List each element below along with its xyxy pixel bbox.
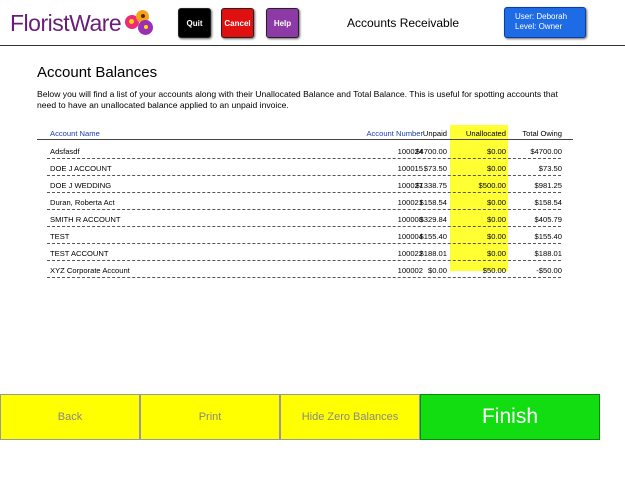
- hide-zero-balances-button[interactable]: Hide Zero Balances: [280, 394, 420, 440]
- header-divider: [0, 45, 625, 46]
- user-name: User: Deborah: [515, 12, 568, 21]
- row-total: $405.79: [534, 215, 562, 224]
- row-unpaid: $0.00: [427, 266, 447, 275]
- col-header-number[interactable]: Account Number: [366, 129, 423, 138]
- florist-ware-logo: FloristWare: [10, 8, 157, 38]
- row-account-name: Duran, Roberta Act: [50, 198, 115, 207]
- row-unallocated: $0.00: [486, 164, 506, 173]
- table-row[interactable]: Duran, Roberta Act 100021 $158.54 $0.00 …: [37, 194, 573, 210]
- page-description: Below you will find a list of your accou…: [37, 89, 558, 110]
- row-total: $188.01: [534, 249, 562, 258]
- row-account-name: DOE J WEDDING: [50, 181, 112, 190]
- row-unpaid: $188.01: [419, 249, 447, 258]
- row-account-name: XYZ Corporate Account: [50, 266, 130, 275]
- col-header-unallocated[interactable]: Unallocated: [466, 129, 506, 138]
- table-row[interactable]: XYZ Corporate Account 100002 $0.00 $50.0…: [37, 262, 573, 278]
- col-header-name[interactable]: Account Name: [50, 129, 100, 138]
- table-row[interactable]: DOE J WEDDING 100027 $1338.75 $500.00 $9…: [37, 177, 573, 193]
- header-rule: [37, 139, 573, 140]
- row-divider: [47, 158, 561, 159]
- row-unpaid: $73.50: [423, 164, 447, 173]
- table-row[interactable]: TEST ACCOUNT 100022 $188.01 $0.00 $188.0…: [37, 245, 573, 261]
- row-unallocated: $50.00: [482, 266, 506, 275]
- app-header: FloristWare Quit Cancel Help Accounts Re…: [0, 0, 625, 46]
- flower-icon: [123, 9, 157, 37]
- row-unallocated: $0.00: [486, 215, 506, 224]
- col-header-total[interactable]: Total Owing: [522, 129, 562, 138]
- quit-button[interactable]: Quit: [178, 8, 211, 38]
- row-divider: [47, 209, 561, 210]
- row-account-name: DOE J ACCOUNT: [50, 164, 112, 173]
- logo-text: FloristWare: [10, 9, 122, 36]
- help-button[interactable]: Help: [266, 8, 299, 38]
- col-header-unpaid[interactable]: Unpaid: [423, 129, 447, 138]
- finish-button[interactable]: Finish: [420, 394, 600, 440]
- row-unallocated: $0.00: [486, 232, 506, 241]
- screen-title: Accounts Receivable: [347, 16, 460, 30]
- row-divider: [47, 175, 561, 176]
- row-unpaid: $1338.75: [415, 181, 447, 190]
- row-total: $73.50: [538, 164, 562, 173]
- row-total: $981.25: [534, 181, 562, 190]
- row-divider: [47, 243, 561, 244]
- row-unallocated: $500.00: [478, 181, 506, 190]
- table-row[interactable]: DOE J ACCOUNT 100015 $73.50 $0.00 $73.50: [37, 160, 573, 176]
- row-unallocated: $0.00: [486, 249, 506, 258]
- row-divider: [47, 226, 561, 227]
- action-bar: Back Print Hide Zero Balances Finish: [0, 394, 600, 440]
- table-row[interactable]: Adsfasdf 100024 $4700.00 $0.00 $4700.00: [37, 143, 573, 159]
- row-account-name: SMITH R ACCOUNT: [50, 215, 121, 224]
- cancel-button[interactable]: Cancel: [221, 8, 254, 38]
- row-unallocated: $0.00: [486, 198, 506, 207]
- row-unpaid: $329.84: [419, 215, 447, 224]
- user-level: Level: Owner: [515, 22, 563, 31]
- row-divider: [47, 260, 561, 261]
- row-unpaid: $158.54: [419, 198, 447, 207]
- row-account-number: 100002: [397, 266, 423, 275]
- row-account-name: TEST ACCOUNT: [50, 249, 109, 258]
- back-button[interactable]: Back: [0, 394, 140, 440]
- page-title: Account Balances: [37, 64, 158, 81]
- table-header-row: Account Name Account Number Unpaid Unall…: [37, 125, 573, 141]
- row-total: -$50.00: [536, 266, 562, 275]
- row-account-name: TEST: [50, 232, 70, 241]
- row-total: $155.40: [534, 232, 562, 241]
- row-divider: [47, 192, 561, 193]
- user-badge[interactable]: User: Deborah Level: Owner: [504, 7, 586, 38]
- row-divider: [47, 277, 561, 278]
- table-row[interactable]: TEST 100004 $155.40 $0.00 $155.40: [37, 228, 573, 244]
- row-account-name: Adsfasdf: [50, 147, 80, 156]
- row-unpaid: $4700.00: [415, 147, 447, 156]
- table-row[interactable]: SMITH R ACCOUNT 100008 $329.84 $0.00 $40…: [37, 211, 573, 227]
- print-button[interactable]: Print: [140, 394, 280, 440]
- row-account-number: 100015: [397, 164, 423, 173]
- row-total: $158.54: [534, 198, 562, 207]
- row-unpaid: $155.40: [419, 232, 447, 241]
- row-unallocated: $0.00: [486, 147, 506, 156]
- row-total: $4700.00: [530, 147, 562, 156]
